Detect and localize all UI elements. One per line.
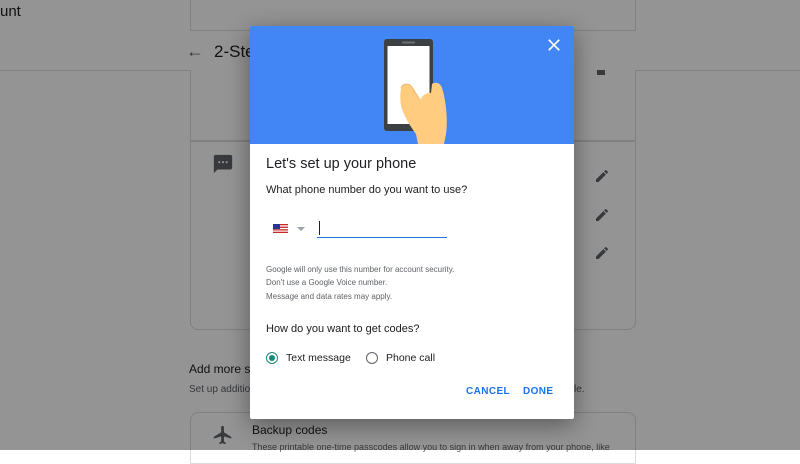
phone-call-label: Phone call xyxy=(386,352,436,364)
radio-selected-icon[interactable] xyxy=(266,352,278,364)
dialog-hero-banner xyxy=(250,26,574,144)
phone-call-option[interactable]: Phone call xyxy=(366,350,435,366)
text-message-label: Text message xyxy=(286,352,351,364)
phone-in-hand-illustration xyxy=(384,39,447,144)
rates-note-line: Message and data rates may apply. xyxy=(266,292,393,301)
text-message-option[interactable]: Text message xyxy=(266,350,351,366)
radio-unselected-icon[interactable] xyxy=(366,352,378,364)
close-icon[interactable] xyxy=(544,35,564,55)
codes-question: How do you want to get codes? xyxy=(266,323,420,335)
phone-number-question: What phone number do you want to use? xyxy=(266,184,468,196)
voice-note-line: Don't use a Google Voice number. xyxy=(266,278,388,287)
security-note-line: Google will only use this number for acc… xyxy=(266,265,455,274)
cancel-button[interactable]: CANCEL xyxy=(466,386,510,397)
text-cursor xyxy=(319,221,320,235)
phone-setup-dialog: Let's set up your phone What phone numbe… xyxy=(250,26,574,419)
dialog-title: Let's set up your phone xyxy=(266,156,417,172)
chevron-down-icon xyxy=(297,227,305,231)
us-flag-icon xyxy=(273,224,305,233)
done-button[interactable]: DONE xyxy=(523,386,554,397)
country-code-dropdown[interactable] xyxy=(273,222,307,236)
phone-number-input[interactable] xyxy=(317,219,447,238)
